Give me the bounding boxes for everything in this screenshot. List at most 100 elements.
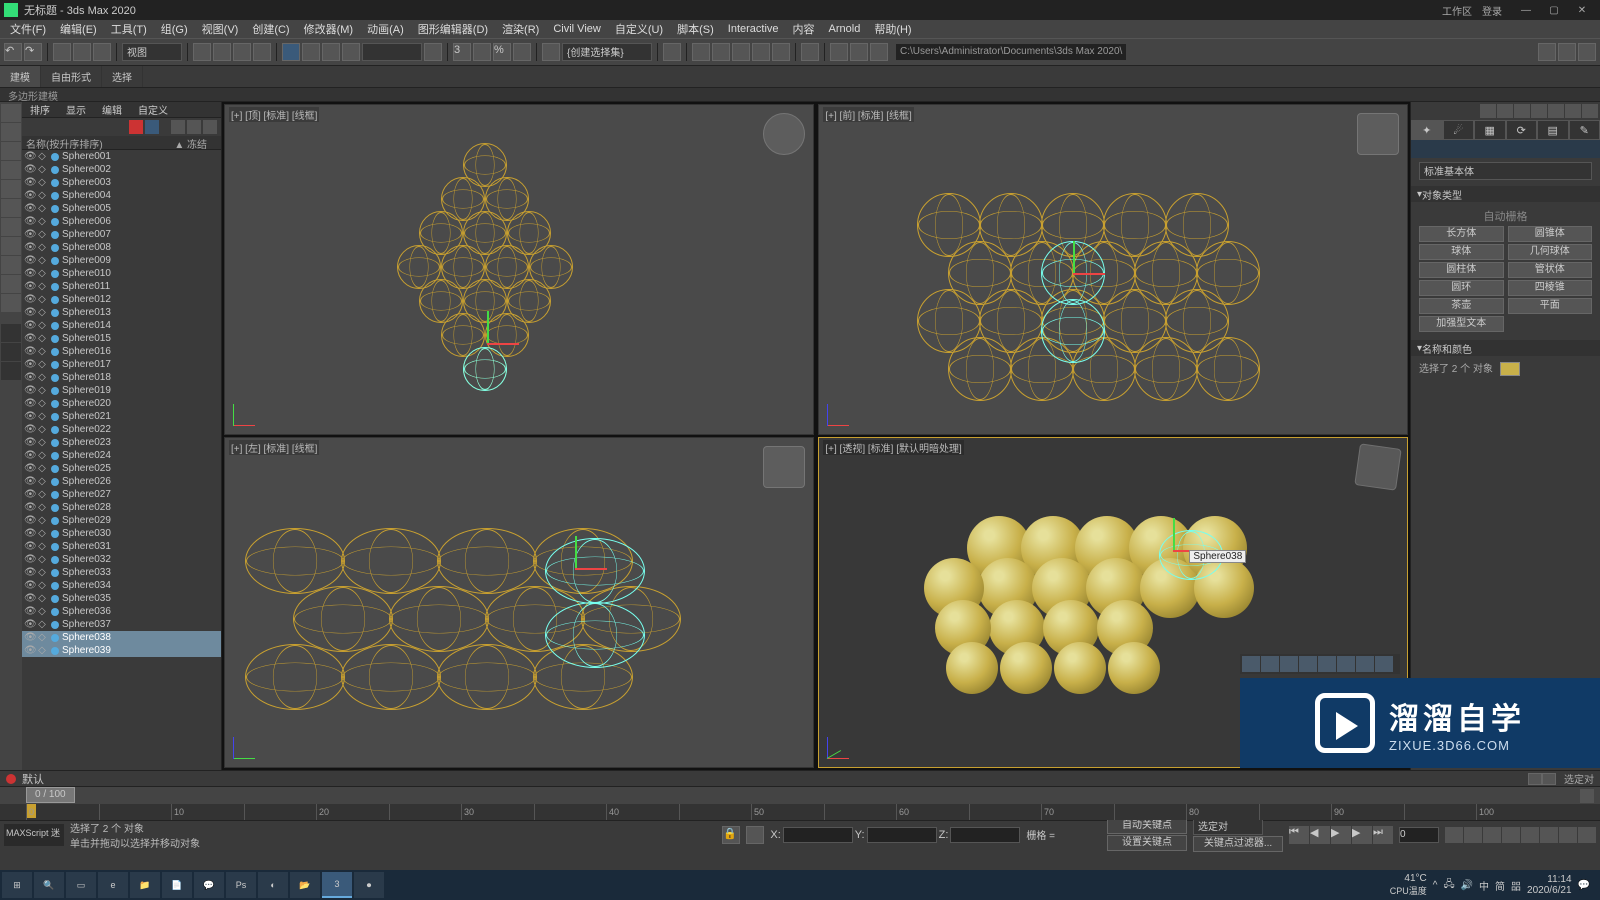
align-button[interactable]	[692, 43, 710, 61]
scene-item[interactable]: 👁◇Sphere011	[22, 280, 221, 293]
app-notepad-icon[interactable]: 📄	[162, 872, 192, 898]
scene-item[interactable]: 👁◇Sphere010	[22, 267, 221, 280]
render-frame-button[interactable]	[850, 43, 868, 61]
zoom-button[interactable]	[1445, 827, 1463, 843]
prev-frame-button[interactable]: ◀	[1310, 826, 1330, 844]
cmd-tab-hierarchy[interactable]: ▦	[1474, 120, 1506, 140]
filter-expand-icon[interactable]	[1, 324, 21, 342]
cmd-top-b2[interactable]	[1497, 104, 1513, 118]
named-selset-dd[interactable]: {创建选择集}	[562, 43, 652, 61]
set-key-button[interactable]: 设置关键点	[1107, 835, 1187, 851]
scene-item[interactable]: 👁◇Sphere001	[22, 150, 221, 163]
primitive-category-dd[interactable]: 标准基本体	[1419, 162, 1592, 180]
shade-btn-1[interactable]	[1242, 656, 1260, 672]
tray-pin[interactable]: 㗊	[1511, 878, 1521, 893]
orbit-button[interactable]	[1559, 827, 1577, 843]
scene-item[interactable]: 👁◇Sphere036	[22, 605, 221, 618]
shade-btn-7[interactable]	[1356, 656, 1374, 672]
key-filters-button[interactable]: 关键点过滤器...	[1193, 836, 1283, 852]
center-button[interactable]	[424, 43, 442, 61]
filter-light-icon[interactable]	[1, 161, 21, 179]
filter-sync-icon[interactable]	[1, 362, 21, 380]
shade-btn-2[interactable]	[1261, 656, 1279, 672]
menu-customize[interactable]: 自定义(U)	[609, 21, 669, 37]
mirror-button[interactable]	[663, 43, 681, 61]
named-selset-button[interactable]	[542, 43, 560, 61]
se-col-freeze[interactable]: ▲ 冻结	[174, 136, 217, 149]
viewport-top[interactable]: [+] [顶] [标准] [线框]	[224, 104, 814, 435]
scene-item[interactable]: 👁◇Sphere008	[22, 241, 221, 254]
btn-cylinder[interactable]: 圆柱体	[1419, 262, 1504, 278]
login-link[interactable]: 登录	[1482, 3, 1502, 18]
save-scene-button[interactable]	[1578, 43, 1596, 61]
app-edge-icon[interactable]: e	[98, 872, 128, 898]
time-slider[interactable]: 0 / 100	[0, 786, 1600, 804]
menu-script[interactable]: 脚本(S)	[671, 21, 720, 37]
scene-item[interactable]: 👁◇Sphere007	[22, 228, 221, 241]
filter-geom-icon[interactable]	[1, 123, 21, 141]
se-tab-sort[interactable]: 排序	[22, 102, 58, 117]
filter-all-icon[interactable]	[1, 104, 21, 122]
btn-sphere[interactable]: 球体	[1419, 244, 1504, 260]
app-wechat-icon[interactable]: 💬	[194, 872, 224, 898]
shade-btn-5[interactable]	[1318, 656, 1336, 672]
open-scene-button[interactable]	[1558, 43, 1576, 61]
scene-item[interactable]: 👁◇Sphere034	[22, 579, 221, 592]
se-tab-display[interactable]: 显示	[58, 102, 94, 117]
scene-item[interactable]: 👁◇Sphere029	[22, 514, 221, 527]
shade-btn-4[interactable]	[1299, 656, 1317, 672]
workspace-dd[interactable]: 工作区	[1442, 3, 1472, 18]
shade-btn-6[interactable]	[1337, 656, 1355, 672]
scene-item[interactable]: 👁◇Sphere031	[22, 540, 221, 553]
track-ruler[interactable]: 0102030405060708090100	[0, 804, 1600, 820]
next-frame-button[interactable]: ▶	[1352, 826, 1372, 844]
scene-item[interactable]: 👁◇Sphere028	[22, 501, 221, 514]
menu-graph[interactable]: 图形编辑器(D)	[412, 21, 494, 37]
scene-item[interactable]: 👁◇Sphere023	[22, 436, 221, 449]
se-tab-custom[interactable]: 自定义	[130, 102, 176, 117]
ref-coord-dd[interactable]	[362, 43, 422, 61]
taskview-icon[interactable]: ▭	[66, 872, 96, 898]
shade-btn-8[interactable]	[1375, 656, 1393, 672]
tray-vol-icon[interactable]: 🔊	[1461, 880, 1473, 891]
scene-item[interactable]: 👁◇Sphere018	[22, 371, 221, 384]
menu-interactive[interactable]: Interactive	[722, 23, 785, 35]
snap-toggle[interactable]: 3	[453, 43, 471, 61]
ribbon-subpanel[interactable]: 多边形建模	[0, 88, 1600, 102]
se-config-icon[interactable]	[145, 120, 159, 134]
cmd-tab-create[interactable]: ✦	[1411, 120, 1443, 140]
ribbon-tab-freeform[interactable]: 自由形式	[41, 66, 102, 87]
filter-frozen-icon[interactable]	[1, 275, 21, 293]
se-tab-edit[interactable]: 编辑	[94, 102, 130, 117]
scene-item[interactable]: 👁◇Sphere039	[22, 644, 221, 657]
tray-notif-icon[interactable]: 💬	[1578, 880, 1590, 891]
cmd-tab-motion[interactable]: ⟳	[1506, 120, 1538, 140]
cmd-top-b4[interactable]	[1531, 104, 1547, 118]
angle-snap-toggle[interactable]	[473, 43, 491, 61]
filter-spacewarp-icon[interactable]	[1, 218, 21, 236]
menu-civil[interactable]: Civil View	[547, 23, 606, 35]
cmd-top-b3[interactable]	[1514, 104, 1530, 118]
coord-x[interactable]	[783, 827, 853, 843]
cmd-top-b1[interactable]	[1480, 104, 1496, 118]
menu-render[interactable]: 渲染(R)	[496, 21, 545, 37]
app-3dsmax-icon[interactable]: 3	[322, 872, 352, 898]
filter-hidden-icon[interactable]	[1, 294, 21, 312]
rollout-name-color[interactable]: ▾ 名称和颜色	[1411, 340, 1600, 356]
coord-y[interactable]	[867, 827, 937, 843]
scene-item[interactable]: 👁◇Sphere027	[22, 488, 221, 501]
se-sel-icon[interactable]	[187, 120, 201, 134]
start-button[interactable]: ⊞	[2, 872, 32, 898]
timeline-cfg-icon[interactable]	[1528, 773, 1542, 785]
mat-editor-button[interactable]	[801, 43, 819, 61]
spinner-snap-toggle[interactable]	[513, 43, 531, 61]
scene-item[interactable]: 👁◇Sphere009	[22, 254, 221, 267]
render-button[interactable]	[870, 43, 888, 61]
btn-teapot[interactable]: 茶壶	[1419, 298, 1504, 314]
coord-system-dd[interactable]: 视图	[122, 43, 182, 61]
scene-item[interactable]: 👁◇Sphere024	[22, 449, 221, 462]
menu-group[interactable]: 组(G)	[155, 21, 194, 37]
menu-file[interactable]: 文件(F)	[4, 21, 52, 37]
scene-item[interactable]: 👁◇Sphere012	[22, 293, 221, 306]
tray-up-icon[interactable]: ^	[1433, 880, 1438, 891]
